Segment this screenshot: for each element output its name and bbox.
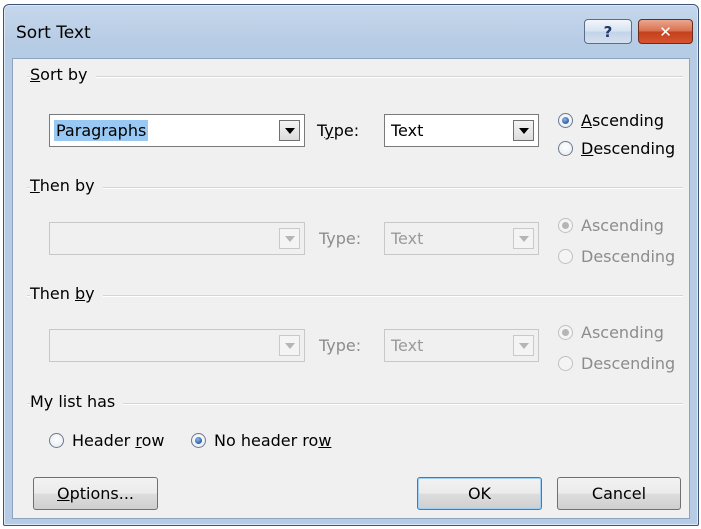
radio-unchecked-icon xyxy=(558,249,573,264)
sort-by-type-dropdown[interactable]: Text xyxy=(384,114,539,147)
chevron-down-icon xyxy=(518,342,529,349)
radio-checked-icon xyxy=(558,325,573,340)
ok-button[interactable]: OK xyxy=(417,477,542,510)
then-by-2-field-dropdown[interactable] xyxy=(49,329,305,362)
sort-by-descending-radio[interactable]: Descending xyxy=(558,139,675,158)
sort-by-field-dropdown[interactable]: Paragraphs xyxy=(49,114,305,147)
sort-by-label: Sort by xyxy=(30,65,96,84)
no-header-row-radio[interactable]: No header row xyxy=(191,431,331,450)
list-has-label: My list has xyxy=(30,392,124,411)
sort-by-type-value: Text xyxy=(391,121,424,140)
radio-checked-icon xyxy=(558,218,573,233)
chevron-down-icon xyxy=(284,127,295,134)
title-bar[interactable]: Sort Text ? ✕ xyxy=(4,5,698,57)
radio-unchecked-icon xyxy=(558,141,573,156)
chevron-down-icon xyxy=(518,235,529,242)
dialog-body: Sort by Paragraphs Type: Text Ascending … xyxy=(12,58,690,519)
sort-text-dialog: Sort Text ? ✕ Sort by Paragraphs Type: T… xyxy=(3,4,699,526)
header-row-radio[interactable]: Header row xyxy=(49,431,164,450)
then-by-1-divider xyxy=(27,187,683,189)
then-by-2-field-value xyxy=(54,335,58,337)
then-by-2-type-dropdown[interactable]: Text xyxy=(384,329,539,362)
then-by-2-ascending-radio[interactable]: Ascending xyxy=(558,323,664,342)
then-by-2-descending-radio[interactable]: Descending xyxy=(558,354,675,373)
chevron-down-icon xyxy=(284,342,295,349)
then-by-1-ascending-radio[interactable]: Ascending xyxy=(558,216,664,235)
then-by-2-divider xyxy=(27,295,683,297)
cancel-button[interactable]: Cancel xyxy=(557,477,681,510)
radio-unchecked-icon xyxy=(558,356,573,371)
then-by-1-label: Then by xyxy=(30,176,103,195)
then-by-2-label: Then by xyxy=(30,284,103,303)
then-by-1-field-arrow[interactable] xyxy=(279,228,300,249)
sort-by-ascending-radio[interactable]: Ascending xyxy=(558,111,664,130)
help-icon: ? xyxy=(603,22,613,41)
sort-by-field-value: Paragraphs xyxy=(54,120,149,141)
then-by-2-type-value: Text xyxy=(391,336,424,355)
then-by-2-type-arrow[interactable] xyxy=(513,335,534,356)
then-by-1-type-arrow[interactable] xyxy=(513,228,534,249)
then-by-2-type-label: Type: xyxy=(319,336,362,355)
radio-checked-icon xyxy=(191,433,206,448)
sort-by-type-arrow[interactable] xyxy=(513,120,534,141)
then-by-1-type-dropdown[interactable]: Text xyxy=(384,222,539,255)
then-by-1-field-dropdown[interactable] xyxy=(49,222,305,255)
close-button[interactable]: ✕ xyxy=(638,19,693,44)
options-button[interactable]: Options... xyxy=(33,477,158,510)
chevron-down-icon xyxy=(518,127,529,134)
radio-checked-icon xyxy=(558,113,573,128)
sort-by-field-arrow[interactable] xyxy=(279,120,300,141)
chevron-down-icon xyxy=(284,235,295,242)
help-button[interactable]: ? xyxy=(584,19,632,44)
then-by-1-field-value xyxy=(54,228,58,230)
radio-unchecked-icon xyxy=(49,433,64,448)
dialog-title: Sort Text xyxy=(16,23,91,43)
then-by-1-descending-radio[interactable]: Descending xyxy=(558,247,675,266)
then-by-1-type-label: Type: xyxy=(319,229,362,248)
then-by-1-type-value: Text xyxy=(391,229,424,248)
then-by-2-field-arrow[interactable] xyxy=(279,335,300,356)
list-has-divider xyxy=(27,403,683,405)
sort-by-type-label: Type: xyxy=(317,121,360,140)
close-icon: ✕ xyxy=(659,22,672,41)
sort-by-divider xyxy=(27,76,683,78)
